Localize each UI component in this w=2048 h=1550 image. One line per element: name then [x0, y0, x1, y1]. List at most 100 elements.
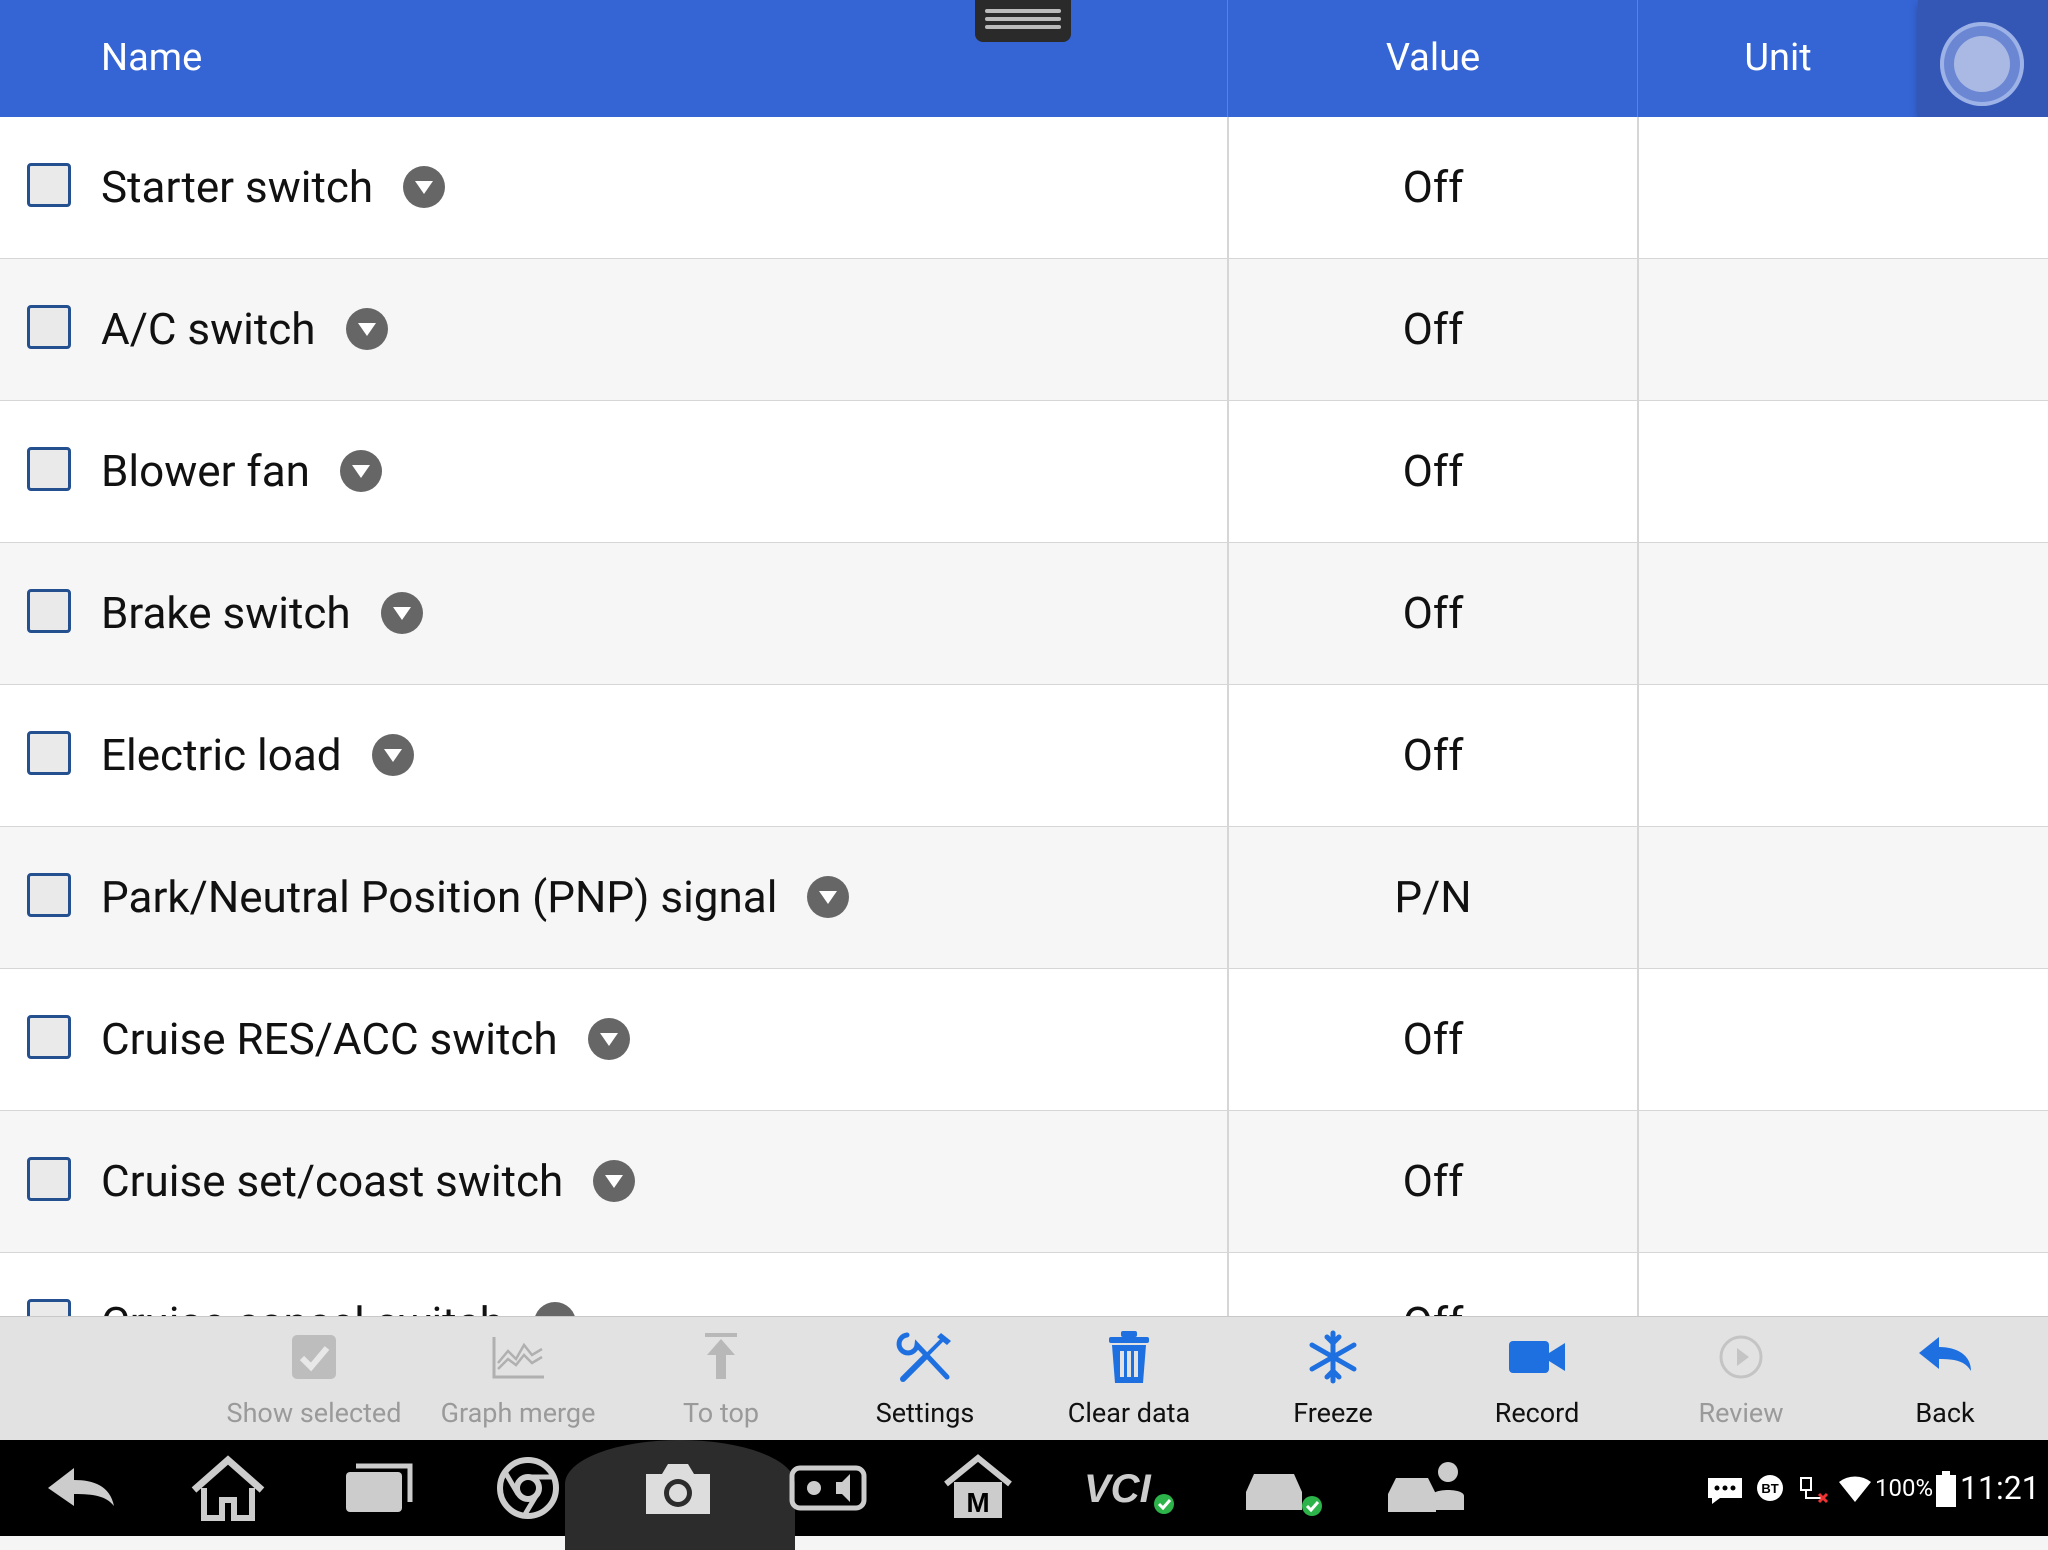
row-name-text: Cruise cancel switch	[101, 1297, 504, 1316]
row-value: Off	[1402, 1013, 1464, 1065]
show-selected-button[interactable]: Show selected	[214, 1317, 414, 1441]
table-row: Brake switch Off	[0, 543, 2048, 686]
dropdown-arrow-icon[interactable]	[533, 1302, 576, 1316]
wrench-screwdriver-icon	[896, 1332, 951, 1382]
chrome-icon[interactable]	[478, 1440, 578, 1536]
graph-merge-button[interactable]: Graph merge	[418, 1317, 618, 1441]
dropdown-arrow-icon[interactable]	[339, 450, 382, 493]
system-navigation-bar: M VCI BT 100% 11:21	[0, 1440, 2048, 1550]
row-value: Off	[1402, 1155, 1464, 1207]
vehicle-connected-icon[interactable]	[1228, 1440, 1328, 1536]
row-value: Off	[1228, 1253, 1638, 1316]
row-name: Cruise set/coast switch	[101, 1111, 636, 1252]
row-checkbox[interactable]	[27, 1157, 71, 1201]
row-value: Off	[1402, 303, 1464, 355]
message-icon	[1708, 1478, 1742, 1504]
clock: 11:21	[1960, 1469, 2040, 1507]
row-name: Cruise RES/ACC switch	[101, 969, 630, 1110]
row-value: Off	[1402, 161, 1464, 213]
row-checkbox[interactable]	[27, 447, 71, 491]
row-checkbox[interactable]	[27, 873, 71, 917]
graph-merge-label: Graph merge	[440, 1397, 596, 1429]
freeze-label: Freeze	[1293, 1397, 1373, 1429]
floating-assist-button[interactable]	[1918, 0, 2048, 128]
row-value: Off	[1402, 587, 1464, 639]
row-checkbox[interactable]	[27, 1299, 71, 1316]
remote-expert-icon[interactable]	[1378, 1440, 1478, 1536]
vci-icon[interactable]: VCI	[1078, 1440, 1178, 1536]
dropdown-arrow-icon[interactable]	[371, 734, 414, 777]
row-value: Off	[1402, 729, 1464, 781]
review-label: Review	[1698, 1397, 1784, 1429]
graph-merge-icon	[492, 1337, 544, 1379]
row-name-text: Starter switch	[101, 161, 374, 213]
column-divider	[1227, 117, 1229, 1316]
wifi-icon	[1839, 1476, 1871, 1502]
row-checkbox[interactable]	[27, 163, 71, 207]
freeze-button[interactable]: Freeze	[1233, 1317, 1433, 1441]
row-value: P/N	[1394, 871, 1472, 923]
network-disconnected-icon	[1800, 1477, 1829, 1504]
recent-apps-icon[interactable]	[328, 1440, 428, 1536]
row-name-text: Park/Neutral Position (PNP) signal	[101, 871, 778, 923]
review-button[interactable]: Review	[1641, 1317, 1841, 1441]
row-checkbox[interactable]	[27, 731, 71, 775]
data-stream-list[interactable]: Starter switch Off A/C switch Off Blower…	[0, 117, 2048, 1316]
drag-handle[interactable]	[975, 0, 1071, 42]
row-name: Brake switch	[101, 543, 423, 684]
snowflake-icon	[1309, 1330, 1357, 1384]
dropdown-arrow-icon[interactable]	[587, 1018, 630, 1061]
clear-data-button[interactable]: Clear data	[1029, 1317, 1229, 1441]
record-label: Record	[1494, 1397, 1580, 1429]
trash-icon	[1109, 1331, 1149, 1383]
video-camera-icon	[1509, 1341, 1565, 1373]
table-row: A/C switch Off	[0, 259, 2048, 402]
dropdown-arrow-icon[interactable]	[345, 308, 388, 351]
dropdown-arrow-icon[interactable]	[380, 592, 423, 635]
row-name-text: Brake switch	[101, 587, 351, 639]
table-row: Cruise set/coast switch Off	[0, 1111, 2048, 1254]
row-name-text: A/C switch	[101, 303, 316, 355]
home-icon[interactable]	[178, 1440, 278, 1536]
svg-text:VCI: VCI	[1084, 1467, 1152, 1511]
row-name-text: Cruise RES/ACC switch	[101, 1013, 558, 1065]
to-top-label: To top	[682, 1397, 760, 1429]
back-nav-icon[interactable]	[30, 1440, 130, 1536]
assist-core-icon	[1954, 36, 2010, 92]
column-header-name: Name	[101, 36, 203, 80]
row-name-text: Cruise set/coast switch	[101, 1155, 564, 1207]
back-label: Back	[1915, 1397, 1975, 1429]
settings-label: Settings	[875, 1397, 975, 1429]
maxisys-home-icon[interactable]: M	[928, 1440, 1028, 1536]
row-name: A/C switch	[101, 259, 388, 400]
bt-text: BT	[1761, 1481, 1778, 1496]
to-top-button[interactable]: To top	[621, 1317, 821, 1441]
table-row: Park/Neutral Position (PNP) signal P/N	[0, 827, 2048, 970]
row-checkbox[interactable]	[27, 589, 71, 633]
back-arrow-icon	[1919, 1337, 1971, 1371]
to-top-icon	[705, 1333, 737, 1379]
dropdown-arrow-icon[interactable]	[403, 166, 446, 209]
column-divider	[1637, 117, 1639, 1316]
table-header: Name Value Unit	[0, 0, 2048, 128]
settings-button[interactable]: Settings	[825, 1317, 1025, 1441]
camera-icon[interactable]	[628, 1440, 728, 1536]
row-name: Starter switch	[101, 117, 446, 258]
checkbox-check-icon	[292, 1335, 336, 1379]
row-checkbox[interactable]	[27, 305, 71, 349]
table-row: Electric load Off	[0, 685, 2048, 828]
dropdown-arrow-icon[interactable]	[807, 876, 850, 919]
record-button[interactable]: Record	[1437, 1317, 1637, 1441]
row-name: Cruise cancel switch	[101, 1253, 576, 1316]
brightness-volume-icon[interactable]	[778, 1440, 878, 1536]
row-name-text: Blower fan	[101, 445, 310, 497]
row-value: Off	[1402, 445, 1464, 497]
row-name: Blower fan	[101, 401, 382, 542]
dropdown-arrow-icon[interactable]	[593, 1160, 636, 1203]
row-name: Park/Neutral Position (PNP) signal	[101, 827, 850, 968]
row-checkbox[interactable]	[27, 1015, 71, 1059]
play-circle-icon	[1719, 1335, 1763, 1379]
column-header-value: Value	[1385, 36, 1481, 80]
back-button[interactable]: Back	[1845, 1317, 2045, 1441]
show-selected-label: Show selected	[226, 1397, 402, 1429]
